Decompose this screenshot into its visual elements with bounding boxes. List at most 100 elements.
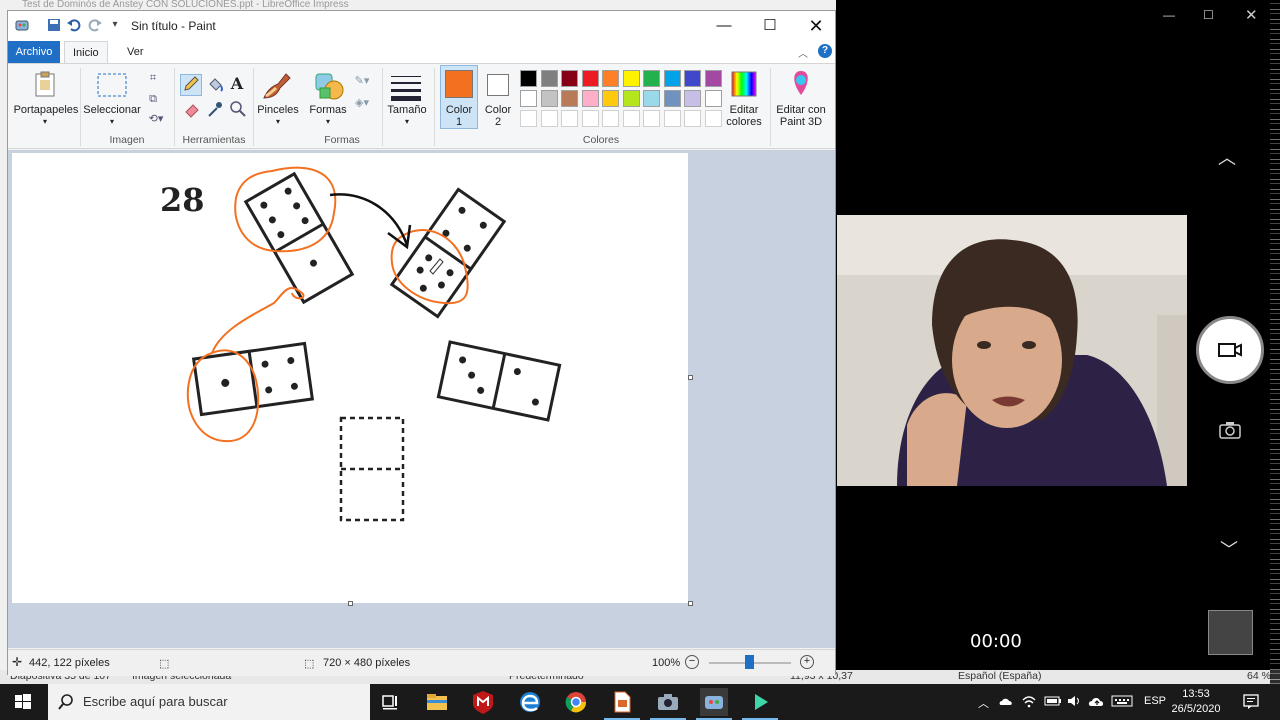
record-video-button[interactable] — [1196, 316, 1264, 384]
palette-swatch[interactable] — [540, 70, 558, 87]
color-picker-icon[interactable] — [206, 100, 224, 122]
shapes-icon[interactable] — [312, 70, 346, 102]
custom-color-slot[interactable] — [663, 110, 681, 127]
palette-swatch[interactable] — [643, 70, 660, 87]
mcafee-icon[interactable] — [469, 688, 497, 716]
custom-color-slot[interactable] — [704, 110, 722, 127]
cloud-upload-icon[interactable] — [1088, 694, 1106, 720]
fill-icon[interactable] — [206, 76, 224, 98]
palette-swatch[interactable] — [520, 70, 537, 87]
eraser-icon[interactable] — [183, 100, 201, 122]
tray-overflow-icon[interactable]: ︿ — [978, 695, 989, 720]
custom-color-slot[interactable] — [520, 110, 537, 127]
palette-swatch[interactable] — [684, 70, 701, 87]
shapes-button[interactable]: Formas — [306, 104, 350, 116]
customize-quick-access-icon[interactable]: ▾ — [107, 17, 123, 33]
palette-swatch[interactable] — [602, 70, 619, 87]
custom-color-slot[interactable] — [561, 110, 578, 127]
outline-icon[interactable]: ✎▾ — [351, 72, 373, 90]
palette-swatch[interactable] — [704, 90, 722, 107]
zoom-status[interactable]: 64 % — [1247, 670, 1271, 682]
crop-icon[interactable]: ⌗ — [146, 69, 160, 87]
palette-swatch[interactable] — [622, 90, 640, 107]
volume-icon[interactable] — [1066, 694, 1082, 720]
rotate-icon[interactable]: ⟲▾ — [146, 110, 166, 128]
action-center-icon[interactable] — [1242, 693, 1260, 720]
camera-maximize-button[interactable]: ☐ — [1203, 8, 1214, 22]
brushes-icon[interactable] — [260, 70, 294, 102]
drawing-canvas[interactable]: 28 — [12, 153, 688, 603]
palette-swatch[interactable] — [540, 90, 558, 107]
palette-swatch[interactable] — [602, 90, 619, 107]
taskbar-clock[interactable]: 13:53 26/5/2020 — [1165, 687, 1227, 717]
zoom-out-button[interactable]: − — [685, 655, 699, 669]
pencil-icon[interactable] — [180, 74, 202, 96]
resize-icon[interactable]: ⧉ — [146, 90, 160, 108]
palette-swatch[interactable] — [643, 90, 660, 107]
palette-swatch[interactable] — [684, 90, 701, 107]
wifi-icon[interactable] — [1021, 694, 1037, 720]
tab-view[interactable]: Ver — [119, 41, 152, 63]
resize-handle-corner[interactable] — [688, 601, 693, 606]
chevron-up-icon[interactable]: ︿ — [1218, 144, 1236, 170]
custom-color-slot[interactable] — [581, 110, 599, 127]
edit-colors-button[interactable]: Editar colores — [722, 104, 766, 128]
clipboard-button[interactable]: Portapapeles — [12, 104, 80, 116]
maximize-button[interactable]: ☐ — [747, 11, 793, 41]
tab-home[interactable]: Inicio — [64, 41, 108, 63]
zoom-slider-thumb[interactable] — [745, 655, 754, 669]
clipboard-icon[interactable] — [32, 70, 58, 100]
paint3d-icon[interactable] — [788, 69, 814, 99]
camera-close-button[interactable]: ✕ — [1245, 6, 1258, 24]
resize-handle-bottom[interactable] — [348, 601, 353, 606]
taskbar-search-box[interactable]: Escribe aquí para buscar — [48, 684, 370, 720]
collapse-ribbon-icon[interactable]: ︿ — [798, 45, 808, 60]
tab-file[interactable]: Archivo — [8, 41, 60, 63]
filmora-icon[interactable] — [746, 688, 774, 716]
palette-swatch[interactable] — [622, 70, 640, 87]
palette-swatch[interactable] — [581, 70, 599, 87]
chevron-down-icon[interactable]: ﹀ — [1220, 536, 1238, 562]
color2-label[interactable]: Color 2 — [480, 104, 516, 128]
text-icon[interactable]: A — [229, 75, 245, 93]
input-language[interactable]: ESP — [1144, 695, 1166, 720]
shapes-chevron-icon[interactable]: ▾ — [321, 116, 335, 128]
select-icon[interactable] — [96, 72, 128, 98]
clipboard-chevron-icon[interactable]: ▾ — [38, 116, 52, 128]
select-chevron-icon[interactable]: ▾ — [105, 116, 119, 128]
edit-colors-icon[interactable] — [730, 70, 758, 98]
close-button[interactable]: ✕ — [793, 11, 839, 41]
impress-icon[interactable] — [608, 688, 636, 716]
select-button[interactable]: Seleccionar — [82, 104, 142, 116]
custom-color-slot[interactable] — [684, 110, 701, 127]
size-chevron-icon[interactable]: ▾ — [400, 116, 414, 128]
onedrive-icon[interactable] — [998, 694, 1014, 720]
redo-icon[interactable] — [87, 17, 103, 33]
palette-swatch[interactable] — [581, 90, 599, 107]
size-icon[interactable] — [391, 72, 421, 102]
camera-roll-thumbnail[interactable] — [1208, 610, 1253, 655]
custom-color-slot[interactable] — [622, 110, 640, 127]
color1-label[interactable]: Color 1 — [440, 104, 478, 128]
brushes-button[interactable]: Pinceles — [256, 104, 300, 116]
save-icon[interactable] — [46, 17, 62, 33]
fill-shape-icon[interactable]: ◈▾ — [351, 94, 373, 112]
start-button[interactable] — [0, 684, 44, 720]
paint-app-icon[interactable] — [14, 17, 30, 33]
file-explorer-icon[interactable] — [423, 688, 451, 716]
size-button[interactable]: Tamaño — [384, 104, 430, 116]
palette-swatch[interactable] — [561, 90, 578, 107]
palette-swatch[interactable] — [704, 70, 722, 87]
camera-photo-icon[interactable] — [1218, 420, 1242, 443]
resize-handle-right[interactable] — [688, 375, 693, 380]
help-icon[interactable]: ? — [818, 44, 832, 58]
task-view-icon[interactable] — [376, 688, 404, 716]
color2-swatch[interactable] — [487, 74, 509, 96]
camera-minimize-button[interactable]: — — [1163, 8, 1175, 22]
color1-swatch[interactable] — [445, 70, 473, 98]
language-status[interactable]: Español (España) — [958, 670, 1041, 682]
zoom-in-button[interactable]: + — [800, 655, 814, 669]
custom-color-slot[interactable] — [602, 110, 619, 127]
custom-color-slot[interactable] — [643, 110, 660, 127]
brushes-chevron-icon[interactable]: ▾ — [271, 116, 285, 128]
